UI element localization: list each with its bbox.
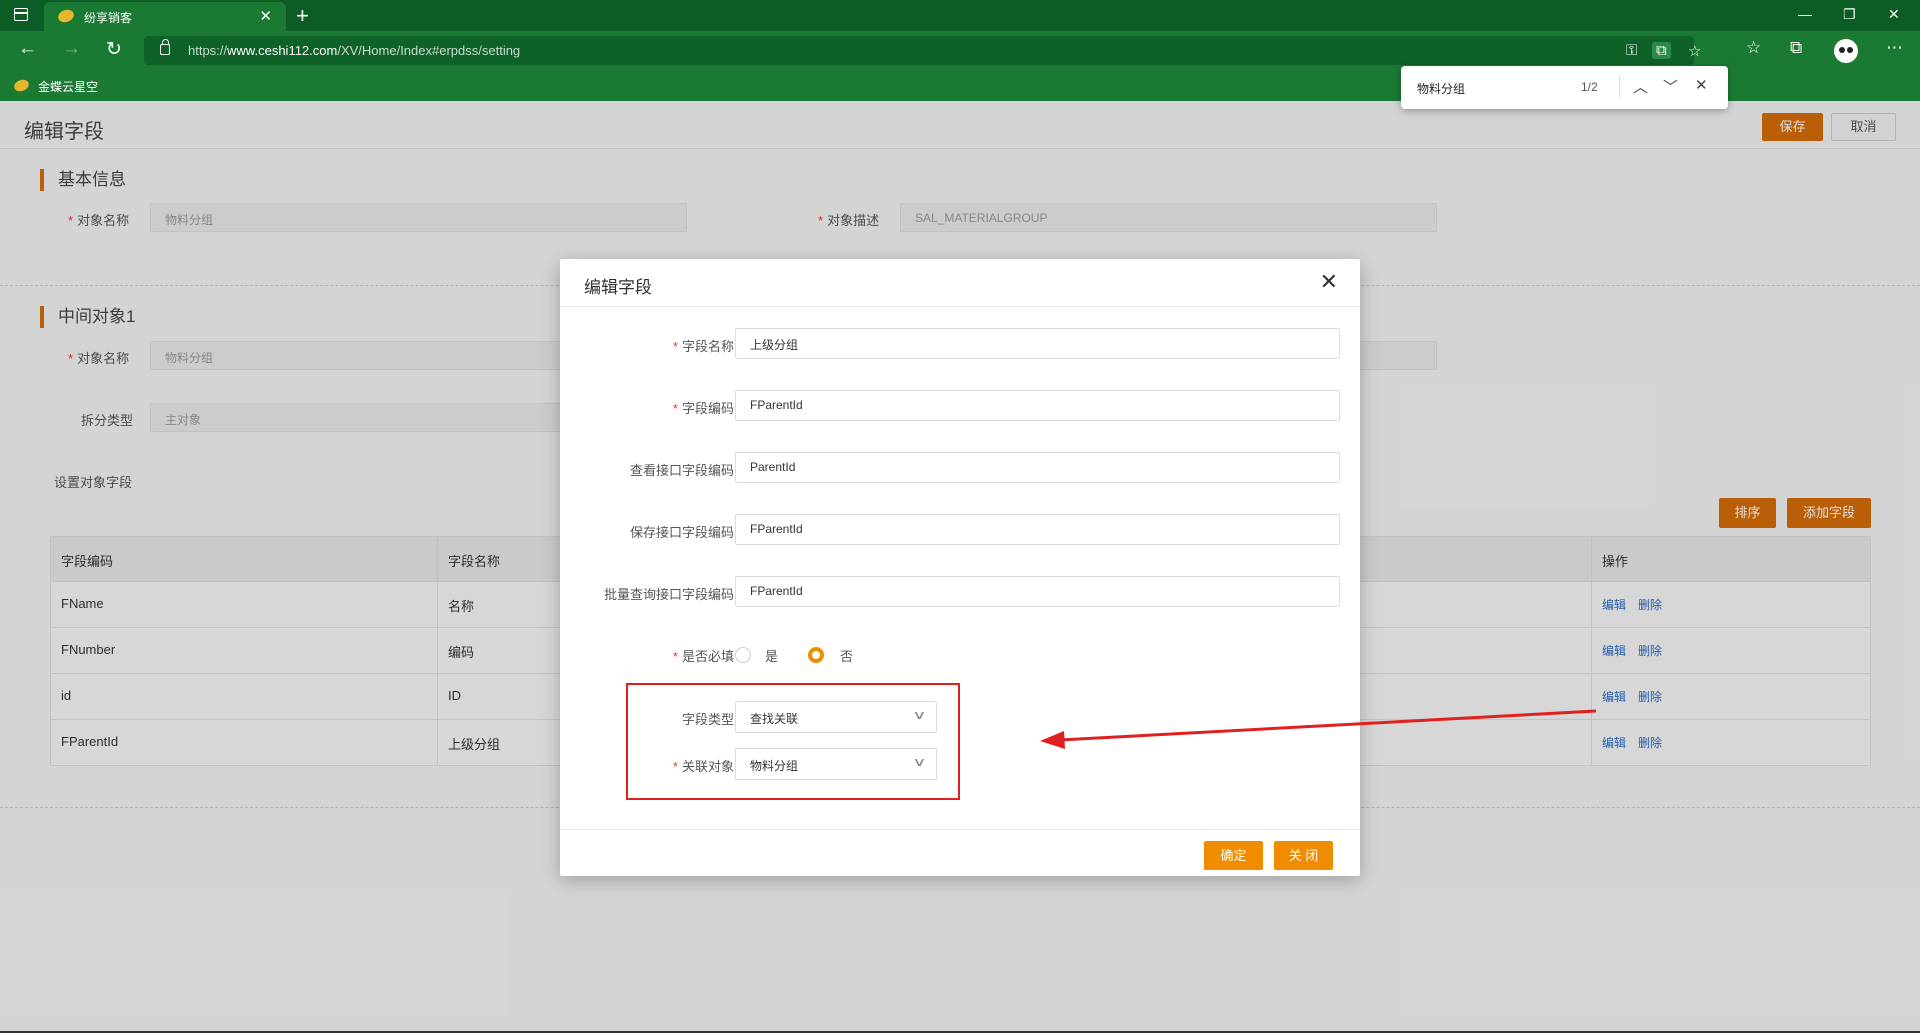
batch-api-code-label: 批量查询接口字段编码 [603, 587, 734, 602]
required-label: * 是否必填 [672, 649, 734, 664]
window-close-icon[interactable]: ✕ [1888, 6, 1900, 23]
new-tab-icon[interactable]: + [296, 3, 309, 29]
close-button[interactable]: 关 闭 [1274, 841, 1333, 870]
dialog-header: 编辑字段 ✕ [560, 259, 1360, 307]
field-name-input[interactable]: 上级分组 [735, 328, 1340, 359]
lock-icon[interactable] [160, 39, 170, 55]
more-icon[interactable]: ⋯ [1886, 38, 1903, 58]
field-name-label: * 字段名称 [672, 339, 734, 354]
tab-actions-icon[interactable] [14, 8, 28, 21]
restore-icon[interactable]: ❐ [1843, 6, 1856, 23]
key-icon[interactable]: ⚿ [1626, 42, 1637, 59]
profile-avatar[interactable] [1834, 39, 1858, 63]
minimize-icon[interactable]: — [1798, 6, 1812, 22]
batch-api-code-input[interactable]: FParentId [735, 576, 1340, 607]
view-api-code-input[interactable]: ParentId [735, 452, 1340, 483]
favorites-icon[interactable]: ☆ [1746, 38, 1761, 58]
dialog-footer-divider [560, 829, 1360, 830]
find-close-icon[interactable]: ✕ [1695, 76, 1708, 94]
find-input[interactable]: 物料分组 [1417, 80, 1465, 97]
dialog-close-icon[interactable]: ✕ [1320, 269, 1338, 295]
tab-close-icon[interactable]: ✕ [259, 7, 272, 25]
collections-icon[interactable]: ⧉ [1790, 38, 1802, 58]
save-api-code-label: 保存接口字段编码 [629, 525, 734, 540]
refresh-icon[interactable]: ↻ [106, 38, 122, 61]
required-no-label[interactable]: 否 [840, 646, 853, 665]
forward-icon[interactable]: → [62, 38, 81, 60]
browser-tab[interactable]: 纷享销客 ✕ [44, 2, 286, 31]
browser-tab-bar: 纷享销客 ✕ + — ❐ ✕ [0, 0, 1920, 31]
bookmark-favicon-icon [12, 77, 31, 94]
required-yes-radio[interactable] [735, 647, 751, 663]
confirm-button[interactable]: 确定 [1204, 841, 1263, 870]
find-bar: 物料分组 1/2 ︿ ﹀ ✕ [1401, 66, 1728, 109]
translate-icon[interactable]: ⧉ [1652, 42, 1671, 59]
bookmark-item[interactable]: 金蝶云星空 [38, 78, 98, 95]
url-text: https://www.ceshi112.com/XV/Home/Index#e… [188, 43, 521, 58]
site-favicon-icon [56, 7, 76, 25]
back-icon[interactable]: ← [18, 38, 37, 60]
required-no-radio[interactable] [808, 647, 824, 663]
annotation-highlight-box [626, 683, 960, 800]
find-previous-icon[interactable]: ︿ [1633, 76, 1648, 97]
field-code-label: * 字段编码 [672, 401, 734, 416]
field-code-input[interactable]: FParentId [735, 390, 1340, 421]
required-yes-label[interactable]: 是 [765, 646, 778, 665]
url-input[interactable]: https://www.ceshi112.com/XV/Home/Index#e… [144, 36, 1701, 65]
add-favorite-icon[interactable]: ☆ [1688, 42, 1701, 60]
find-separator [1619, 76, 1620, 98]
tab-title: 纷享销客 [84, 11, 133, 25]
edit-field-dialog: 编辑字段 ✕ * 字段名称 上级分组 * 字段编码 FParentId 查看接口字段… [560, 259, 1360, 876]
find-count: 1/2 [1581, 80, 1598, 94]
address-bar: ← → ↻ https://www.ceshi112.com/XV/Home/I… [0, 31, 1920, 71]
view-api-code-label: 查看接口字段编码 [629, 463, 734, 478]
dialog-title: 编辑字段 [584, 278, 652, 297]
find-next-icon[interactable]: ﹀ [1663, 76, 1678, 97]
save-api-code-input[interactable]: FParentId [735, 514, 1340, 545]
